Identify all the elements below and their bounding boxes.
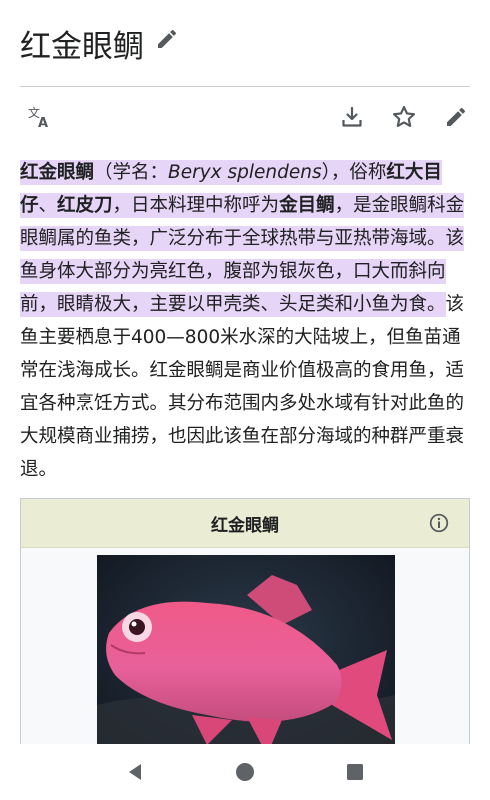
lead-text: ，日本料理中称呼为 <box>112 195 280 216</box>
edit-button[interactable] <box>442 103 470 131</box>
translate-icon: 文 A <box>28 105 48 130</box>
highlighted-lead[interactable]: 红金眼鲷（学名：Beryx splendens），俗称红大目仔、红皮刀，日本料理… <box>20 160 465 317</box>
infobox-header: 红金眼鲷 <box>21 499 469 548</box>
common-name: 红皮刀 <box>57 195 113 216</box>
lead-text: 、 <box>38 195 58 216</box>
lead-paragraph: 红金眼鲷（学名：Beryx splendens），俗称红大目仔、红皮刀，日本料理… <box>20 156 470 486</box>
info-icon <box>429 513 449 533</box>
recents-square-icon <box>347 764 363 780</box>
scientific-name: Beryx splendens <box>168 162 322 183</box>
edit-pencil-icon <box>447 107 466 126</box>
infobox-title: 红金眼鲷 <box>211 515 279 536</box>
svg-text:A: A <box>38 116 48 130</box>
japanese-name: 金目鲷 <box>279 195 335 216</box>
info-button[interactable] <box>427 511 451 535</box>
article-body: 红金眼鲷（学名：Beryx splendens），俗称红大目仔、红皮刀，日本料理… <box>20 156 470 486</box>
back-triangle-icon <box>129 764 141 780</box>
fish-photo[interactable] <box>97 555 395 769</box>
lead-text: （学名： <box>94 162 169 183</box>
page-title: 红金眼鲷 <box>20 28 144 65</box>
infobox: 红金眼鲷 <box>20 498 470 770</box>
language-button[interactable]: 文 A <box>26 103 54 131</box>
home-circle-icon <box>236 763 254 781</box>
lead-text: ），俗称 <box>321 162 387 183</box>
title-row: 红金眼鲷 <box>20 18 470 68</box>
system-navbar <box>0 744 490 800</box>
download-icon <box>342 106 362 127</box>
lead-term: 红金眼鲷 <box>20 162 95 183</box>
nav-back-button[interactable] <box>119 756 151 788</box>
title-edit-icon[interactable] <box>154 26 180 52</box>
body-text: 该鱼主要栖息于400—800米水深的大陆坡上，但鱼苗通常在浅海成长。红金眼鲷是商… <box>20 294 465 480</box>
nav-home-button[interactable] <box>229 756 261 788</box>
watch-star-button[interactable] <box>390 103 418 131</box>
page-actions-toolbar: 文 A <box>20 94 470 140</box>
nav-recents-button[interactable] <box>339 756 371 788</box>
title-divider <box>20 86 470 87</box>
download-button[interactable] <box>338 103 366 131</box>
star-icon <box>392 105 416 127</box>
